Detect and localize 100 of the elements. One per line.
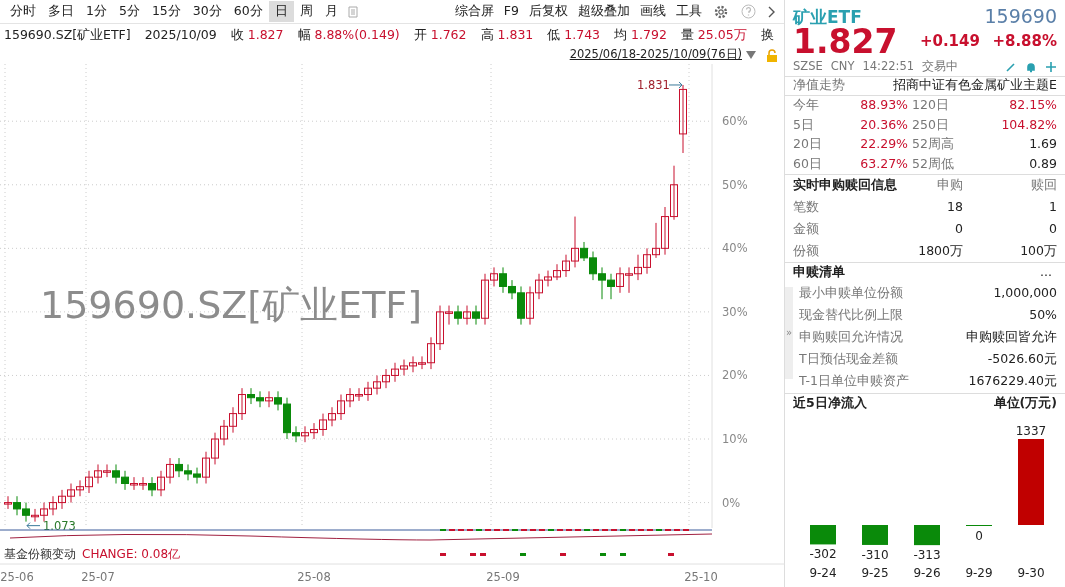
period-tab[interactable]: 5分 xyxy=(112,1,146,22)
axis-label: 40% xyxy=(722,241,748,256)
return-value: 1.69 xyxy=(1028,135,1057,154)
quote-field: 量 25.05万 xyxy=(680,25,747,45)
period-tab[interactable]: 15分 xyxy=(145,1,187,22)
quote-field: 均 1.792 xyxy=(614,25,667,45)
high-price-label: 1.831 xyxy=(637,78,670,92)
quote-field: 开 1.762 xyxy=(413,25,467,45)
index-name: 招商中证有色金属矿业主题E xyxy=(893,76,1057,95)
quote-text: 2025/10/09 xyxy=(144,25,217,44)
row-label: 60日 xyxy=(793,154,823,173)
plus-icon[interactable] xyxy=(1045,60,1057,73)
row-label: 52周低 xyxy=(912,154,955,173)
axis-label: 0% xyxy=(722,495,741,510)
quote-text: 换 xyxy=(760,25,774,44)
price-text: 1.827 xyxy=(793,24,898,58)
toolbar-button[interactable]: 后复权 xyxy=(524,1,573,22)
toolbar-button[interactable]: 工具 xyxy=(671,1,707,22)
row-value: 1676229.40元 xyxy=(968,372,1057,391)
data-label: -313 xyxy=(913,548,941,563)
quote-meta: CNY xyxy=(830,57,855,75)
row-label: 份额 xyxy=(793,241,820,260)
row-label: 120日 xyxy=(912,96,950,115)
quote-meta: SZSE xyxy=(793,57,823,75)
column-header: 申购 xyxy=(936,176,963,195)
period-tab[interactable]: 30分 xyxy=(186,1,228,22)
period-tab[interactable]: 日 xyxy=(268,1,294,22)
quote-meta: 14:22:51 xyxy=(862,57,915,75)
axis-label: 25-06 xyxy=(0,570,34,584)
quote-field: 收 1.827 xyxy=(230,25,284,45)
section-title: 申赎清单 xyxy=(793,263,845,282)
return-value: 20.36% xyxy=(859,115,908,134)
axis-label: 25-10 xyxy=(684,570,718,584)
axis-label: 25-08 xyxy=(297,570,331,584)
section-title: 近5日净流入 xyxy=(793,393,867,412)
fund-name: 矿业ETF xyxy=(793,6,862,27)
axis-label: 25-09 xyxy=(486,570,520,584)
row-value: 申购赎回皆允许 xyxy=(966,328,1057,347)
row-label: 今年 xyxy=(793,96,820,115)
row-label: 现金替代比例上限 xyxy=(799,306,903,325)
return-value: 82.15% xyxy=(1008,96,1057,115)
change-percent-text: +8.88% xyxy=(992,30,1057,52)
indicator-name: 基金份额变动 xyxy=(4,547,76,561)
axis-label: 10% xyxy=(722,432,748,446)
period-tab[interactable]: 月 xyxy=(318,1,344,22)
period-tab[interactable]: 60分 xyxy=(227,1,269,22)
bell-icon[interactable] xyxy=(1025,60,1037,73)
lock-icon[interactable] xyxy=(766,48,778,62)
axis-label: 30% xyxy=(722,304,748,319)
quote-text: 159690.SZ[矿业ETF] xyxy=(4,25,131,44)
period-tab[interactable]: 多日 xyxy=(42,1,80,22)
row-label: 净值走势 xyxy=(793,76,845,95)
period-tab[interactable]: 1分 xyxy=(80,1,113,22)
axis-label: 25-07 xyxy=(81,570,115,584)
more-button[interactable]: ... xyxy=(1035,262,1057,284)
data-label: 0 xyxy=(975,529,983,543)
quote-field: 低 1.743 xyxy=(547,25,601,45)
toolbar-button[interactable]: F9 xyxy=(498,1,524,22)
return-value: 63.27% xyxy=(859,154,908,173)
row-label: T-1日单位申赎资产 xyxy=(799,372,909,391)
quote-field: 幅 8.88%(0.149) xyxy=(297,25,400,45)
period-tab[interactable]: 分时 xyxy=(4,1,42,22)
period-tab[interactable]: 周 xyxy=(293,1,319,22)
table-cell-text: 1 xyxy=(1048,197,1057,216)
row-value: 50% xyxy=(1029,306,1057,325)
row-value: 1,000,000 xyxy=(993,284,1057,303)
leader-line xyxy=(668,81,683,89)
quote-field: 高 1.831 xyxy=(480,25,534,45)
axis-label: 9-26 xyxy=(913,566,941,580)
row-label: 20日 xyxy=(793,135,823,154)
data-label: 1337 xyxy=(1015,424,1047,438)
toolbar-button[interactable]: 画线 xyxy=(635,1,671,22)
axis-label: 9-24 xyxy=(809,566,837,580)
toolbar-button[interactable]: 综合屏 xyxy=(449,1,499,22)
row-value: -5026.60元 xyxy=(987,350,1057,369)
chevron-right-icon[interactable] xyxy=(766,5,776,18)
table-cell-text: 18 xyxy=(946,197,963,216)
table-cell-text: 100万 xyxy=(1019,241,1057,260)
fund-code: 159690 xyxy=(984,4,1057,29)
row-label: 笔数 xyxy=(793,197,820,216)
low-price-label: 1.073 xyxy=(43,518,76,533)
axis-label: 9-30 xyxy=(1017,566,1045,580)
table-cell-text: 1800万 xyxy=(917,241,963,260)
help-icon[interactable] xyxy=(741,4,756,19)
watermark-text: 159690.SZ[矿业ETF] xyxy=(40,283,423,327)
settings-icon[interactable] xyxy=(713,3,729,20)
list-icon[interactable] xyxy=(347,5,358,18)
data-label: -302 xyxy=(809,547,837,562)
indicator-reading: CHANGE: 0.08亿 xyxy=(82,547,181,561)
return-value: 0.89 xyxy=(1028,154,1057,173)
return-value: 104.82% xyxy=(1000,115,1057,134)
row-label: T日预估现金差额 xyxy=(799,350,898,369)
unit-label: 单位(万元) xyxy=(993,393,1057,412)
table-cell-text: 0 xyxy=(1048,219,1057,238)
date-range-link[interactable]: 2025/06/18-2025/10/09(76日) xyxy=(569,46,742,64)
change-text: +0.149 xyxy=(919,30,980,52)
pencil-icon[interactable] xyxy=(1005,60,1017,73)
toolbar-button[interactable]: 超级叠加 xyxy=(573,1,635,22)
row-label: 金额 xyxy=(793,219,820,238)
dropdown-icon[interactable] xyxy=(745,50,757,60)
